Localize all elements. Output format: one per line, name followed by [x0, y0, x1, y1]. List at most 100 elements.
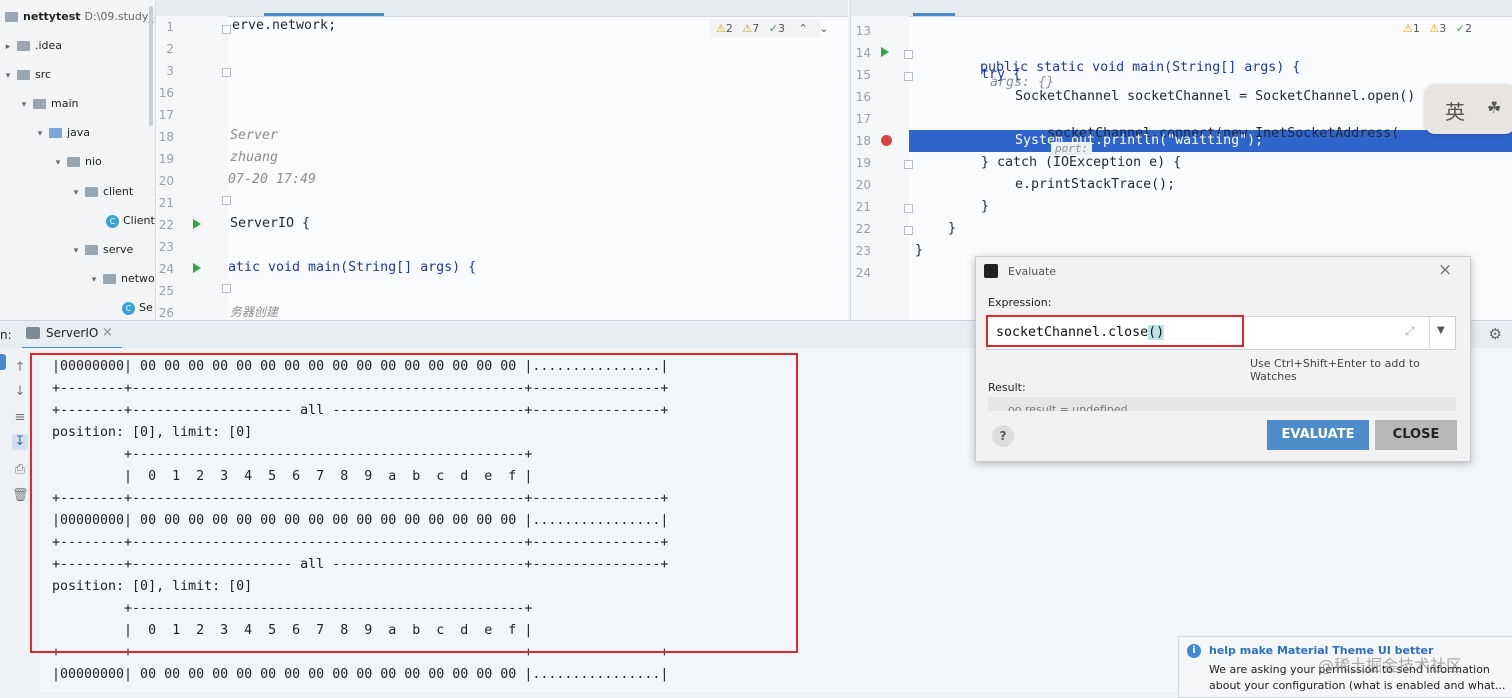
rerun-indicator	[0, 354, 6, 370]
line-number: 17	[855, 112, 871, 126]
expand-icon[interactable]: ⤢	[1405, 324, 1415, 339]
result-panel[interactable]: oo result = undefined	[988, 397, 1456, 411]
code-line: SocketChannel socketChannel = SocketChan…	[1015, 89, 1416, 104]
tree-item-client[interactable]: ▾ client	[70, 181, 133, 203]
line-number: 13	[855, 24, 871, 38]
warning-icon: ⚠	[716, 22, 726, 35]
console-line: +---------------------------------------…	[52, 348, 532, 350]
package-icon	[85, 187, 98, 197]
info-icon: i	[1187, 644, 1201, 658]
line-number: 2	[166, 42, 174, 56]
line-number: 16	[855, 90, 871, 104]
line-number: 24	[158, 262, 174, 276]
code-line: 务器创建	[230, 305, 279, 319]
class-icon: C	[122, 301, 135, 315]
folder-icon	[17, 41, 30, 51]
source-folder-icon	[49, 128, 62, 138]
chevron-up-icon[interactable]: ⌃	[798, 22, 807, 35]
gear-icon[interactable]: ⚙	[1489, 325, 1502, 343]
result-label: Result:	[988, 381, 1026, 394]
line-number: 18	[855, 134, 871, 148]
arrow-up-icon[interactable]: ↑	[12, 360, 28, 376]
fold-icon[interactable]	[222, 68, 231, 77]
project-icon	[5, 12, 18, 22]
tree-scrollbar[interactable]	[149, 6, 153, 126]
fold-icon[interactable]	[904, 160, 913, 169]
right-active-tab[interactable]	[913, 13, 955, 16]
trash-icon[interactable]: 🗑	[12, 488, 29, 504]
evaluate-button[interactable]: EVALUATE	[1267, 420, 1369, 450]
code-line: }	[915, 243, 924, 258]
run-class-icon[interactable]	[193, 219, 201, 229]
line-number: 1	[166, 20, 174, 34]
tree-item-server-class[interactable]: C Se	[120, 297, 153, 319]
close-tab-button[interactable]: ×	[102, 325, 113, 340]
code-line: Server	[230, 128, 279, 143]
fold-icon[interactable]	[904, 50, 913, 59]
typo-check-icon: ✓	[1455, 22, 1465, 35]
console-icon	[26, 327, 40, 339]
fold-icon[interactable]	[222, 25, 231, 34]
folder-icon	[33, 99, 46, 109]
tree-item-serve[interactable]: ▾ serve	[70, 239, 134, 261]
tree-item-idea[interactable]: ▸ .idea	[2, 35, 62, 57]
breakpoint-icon[interactable]	[881, 135, 892, 146]
project-root[interactable]: nettytestD:\09.study_pro	[2, 6, 155, 28]
expression-label: Expression:	[988, 296, 1052, 309]
run-main-icon[interactable]	[881, 47, 889, 57]
shirt-icon: ☘	[1487, 98, 1502, 117]
scroll-to-end-icon[interactable]: ↧	[12, 434, 28, 450]
code-line: }	[981, 199, 990, 214]
tree-item-nio[interactable]: ▾ nio	[52, 151, 102, 173]
evaluate-dialog: Evaluate × Expression: Use Ctrl+Shift+En…	[975, 256, 1471, 462]
code-line: atic void main(String[] args) {	[228, 260, 477, 275]
code-line: 07-20 17:49	[228, 172, 317, 187]
line-number: 20	[158, 174, 174, 188]
notification-body-line: about your configuration (what is enable…	[1209, 679, 1506, 692]
left-tab-strip	[156, 0, 848, 17]
ime-widget[interactable]: 英 ☘	[1425, 84, 1512, 134]
folder-icon	[17, 70, 30, 80]
line-number: 26	[158, 306, 174, 320]
tree-item-client-class[interactable]: C Client	[104, 210, 155, 232]
tree-item-network[interactable]: ▾ netwo	[88, 268, 155, 290]
line-number: 24	[855, 266, 871, 280]
typo-check-icon: ✓	[768, 22, 778, 35]
fold-icon[interactable]	[222, 196, 231, 205]
tree-item-java[interactable]: ▾ java	[34, 122, 90, 144]
arrow-down-icon[interactable]: ↓	[12, 384, 28, 400]
warning-icon: ⚠	[1403, 22, 1413, 35]
annotation-red-box	[30, 353, 798, 653]
print-icon[interactable]: ⎙	[12, 462, 28, 478]
run-main-icon[interactable]	[193, 263, 201, 273]
tree-item-src[interactable]: ▾ src	[2, 64, 51, 86]
line-number: 21	[158, 196, 174, 210]
chevron-down-icon: ▾	[55, 158, 61, 168]
run-tab-serverio[interactable]: ServerIO ×	[22, 323, 122, 349]
weak-warning-icon: ⚠	[1429, 22, 1440, 35]
fold-icon[interactable]	[904, 226, 913, 235]
watches-hint: Use Ctrl+Shift+Enter to add to Watches	[1250, 357, 1420, 383]
close-button[interactable]: CLOSE	[1375, 420, 1457, 450]
line-number: 18	[158, 130, 174, 144]
left-active-tab[interactable]	[264, 13, 384, 16]
tree-item-main[interactable]: ▾ main	[18, 93, 79, 115]
soft-wrap-icon[interactable]: ≡	[12, 410, 28, 426]
history-dropdown-icon[interactable]: ▼	[1437, 325, 1445, 336]
help-button[interactable]: ?	[992, 425, 1014, 447]
line-number: 21	[855, 200, 871, 214]
fold-icon[interactable]	[222, 284, 231, 293]
line-number: 3	[166, 64, 174, 78]
fold-icon[interactable]	[904, 204, 913, 213]
chevron-down-icon[interactable]: ⌄	[819, 22, 828, 35]
right-inspection-summary[interactable]: ⚠1 ⚠3 ✓2	[1403, 22, 1472, 35]
line-number: 16	[158, 86, 174, 100]
package-icon	[67, 157, 80, 167]
fold-icon[interactable]	[904, 72, 913, 81]
line-number: 25	[158, 284, 174, 298]
code-line: ServerIO {	[230, 216, 311, 231]
left-inspection-summary[interactable]: ⚠2 ⚠7 ✓3 ⌃ ⌄	[716, 22, 828, 35]
console-line: |00000000| 00 00 00 00 00 00 00 00 00 00…	[52, 667, 669, 682]
close-dialog-button[interactable]: ×	[1438, 260, 1452, 280]
code-line: }	[948, 221, 957, 236]
